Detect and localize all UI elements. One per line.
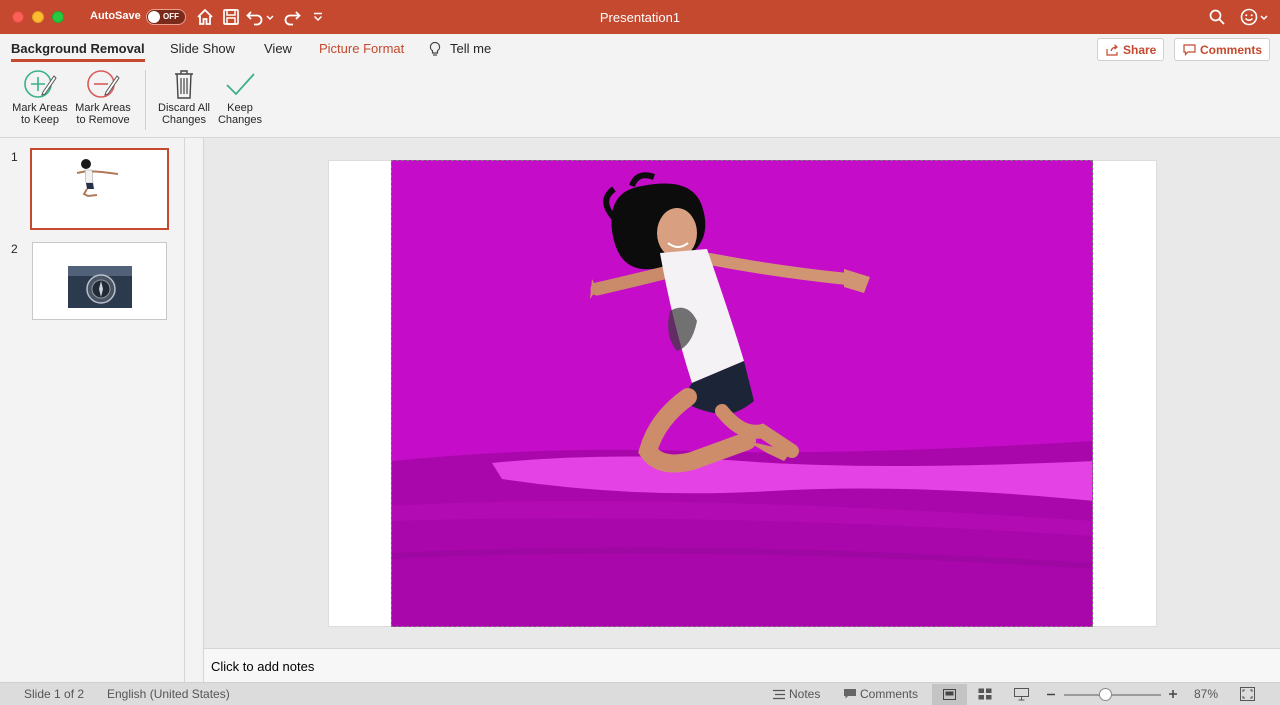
tab-background-removal[interactable]: Background Removal [11,41,145,56]
search-icon[interactable] [1207,7,1227,27]
language-indicator[interactable]: English (United States) [107,687,230,701]
keep-line2: Changes [214,114,266,126]
normal-view-icon [943,689,956,700]
mark-keep-line2: to Keep [10,114,70,126]
discard-all-changes-button[interactable]: Discard All Changes [154,68,214,134]
account-dropdown-icon[interactable] [1258,7,1270,27]
mark-remove-line1: Mark Areas [73,102,133,114]
notes-pane[interactable]: Click to add notes [204,648,1280,682]
zoom-percentage[interactable]: 87% [1194,687,1218,701]
autosave-toggle[interactable]: OFF [146,9,186,25]
share-label: Share [1123,43,1156,57]
save-icon[interactable] [221,7,241,27]
autosave-state: OFF [163,12,179,21]
status-bar: Slide 1 of 2 English (United States) Not… [0,682,1280,705]
zoom-out-icon[interactable] [1046,693,1056,696]
mark-areas-to-keep-button[interactable]: Mark Areas to Keep [10,68,70,134]
normal-view-button[interactable] [932,684,967,705]
comments-button[interactable]: Comments [1174,38,1270,61]
mark-remove-line2: to Remove [73,114,133,126]
window-zoom-button[interactable] [52,11,64,23]
pane-splitter[interactable] [185,138,204,682]
notes-placeholder: Click to add notes [211,659,314,674]
document-title: Presentation1 [0,10,1280,25]
redo-icon[interactable] [282,7,302,27]
tell-me-label: Tell me [450,41,491,56]
toggle-knob [148,11,160,23]
comments-toggle[interactable]: Comments [860,687,918,701]
customize-toolbar-icon[interactable] [310,7,326,27]
slide-thumbnail-1[interactable] [30,148,169,230]
pencil-minus-icon [86,68,120,100]
background-removal-picture[interactable] [391,160,1093,627]
share-icon [1106,44,1119,56]
undo-icon[interactable] [245,7,265,27]
autosave-label: AutoSave [90,10,141,22]
pencil-plus-icon [23,68,57,100]
share-button[interactable]: Share [1097,38,1164,61]
home-icon[interactable] [195,7,215,27]
fit-to-window-icon[interactable] [1240,687,1255,701]
zoom-in-icon[interactable] [1168,689,1178,699]
ribbon-tabs: Background Removal Slide Show View Pictu… [0,34,1280,64]
comments-status-icon[interactable] [843,688,857,700]
compass-thumbnail-image [33,243,167,320]
slide-sorter-view-icon[interactable] [978,688,992,700]
tab-picture-format[interactable]: Picture Format [319,41,404,56]
keep-changes-button[interactable]: Keep Changes [214,68,266,134]
slide-thumbnails-pane: 1 2 [0,138,185,682]
ribbon-separator [145,70,146,130]
discard-line1: Discard All [154,102,214,114]
tab-slide-show[interactable]: Slide Show [170,41,235,56]
tab-view[interactable]: View [264,41,292,56]
comment-icon [1183,44,1196,56]
keep-line1: Keep [214,102,266,114]
trash-icon [167,68,201,100]
checkmark-icon [223,68,257,100]
title-bar: AutoSave OFF Presentation1 [0,0,1280,34]
ribbon: Mark Areas to Keep Mark Areas to Remove … [0,64,1280,138]
slide-number-1: 1 [11,150,18,164]
smiley-feedback-icon[interactable] [1239,7,1259,27]
zoom-slider-handle[interactable] [1099,688,1112,701]
comments-label: Comments [1200,43,1262,57]
notes-toggle[interactable]: Notes [789,687,820,701]
lightbulb-icon [428,41,442,57]
zoom-slider-track[interactable] [1064,694,1161,696]
undo-dropdown-icon[interactable] [264,7,276,27]
notes-icon[interactable] [772,689,786,700]
slide-thumbnail-2[interactable] [32,242,167,320]
discard-line2: Changes [154,114,214,126]
mark-areas-to-remove-button[interactable]: Mark Areas to Remove [73,68,133,134]
window-minimize-button[interactable] [32,11,44,23]
jumping-woman-image [392,161,1093,627]
slide-counter: Slide 1 of 2 [24,687,84,701]
jumping-woman-thumbnail-image [32,150,167,228]
reading-view-icon[interactable] [1014,688,1029,701]
window-close-button[interactable] [12,11,24,23]
slide-number-2: 2 [11,242,18,256]
mark-keep-line1: Mark Areas [10,102,70,114]
